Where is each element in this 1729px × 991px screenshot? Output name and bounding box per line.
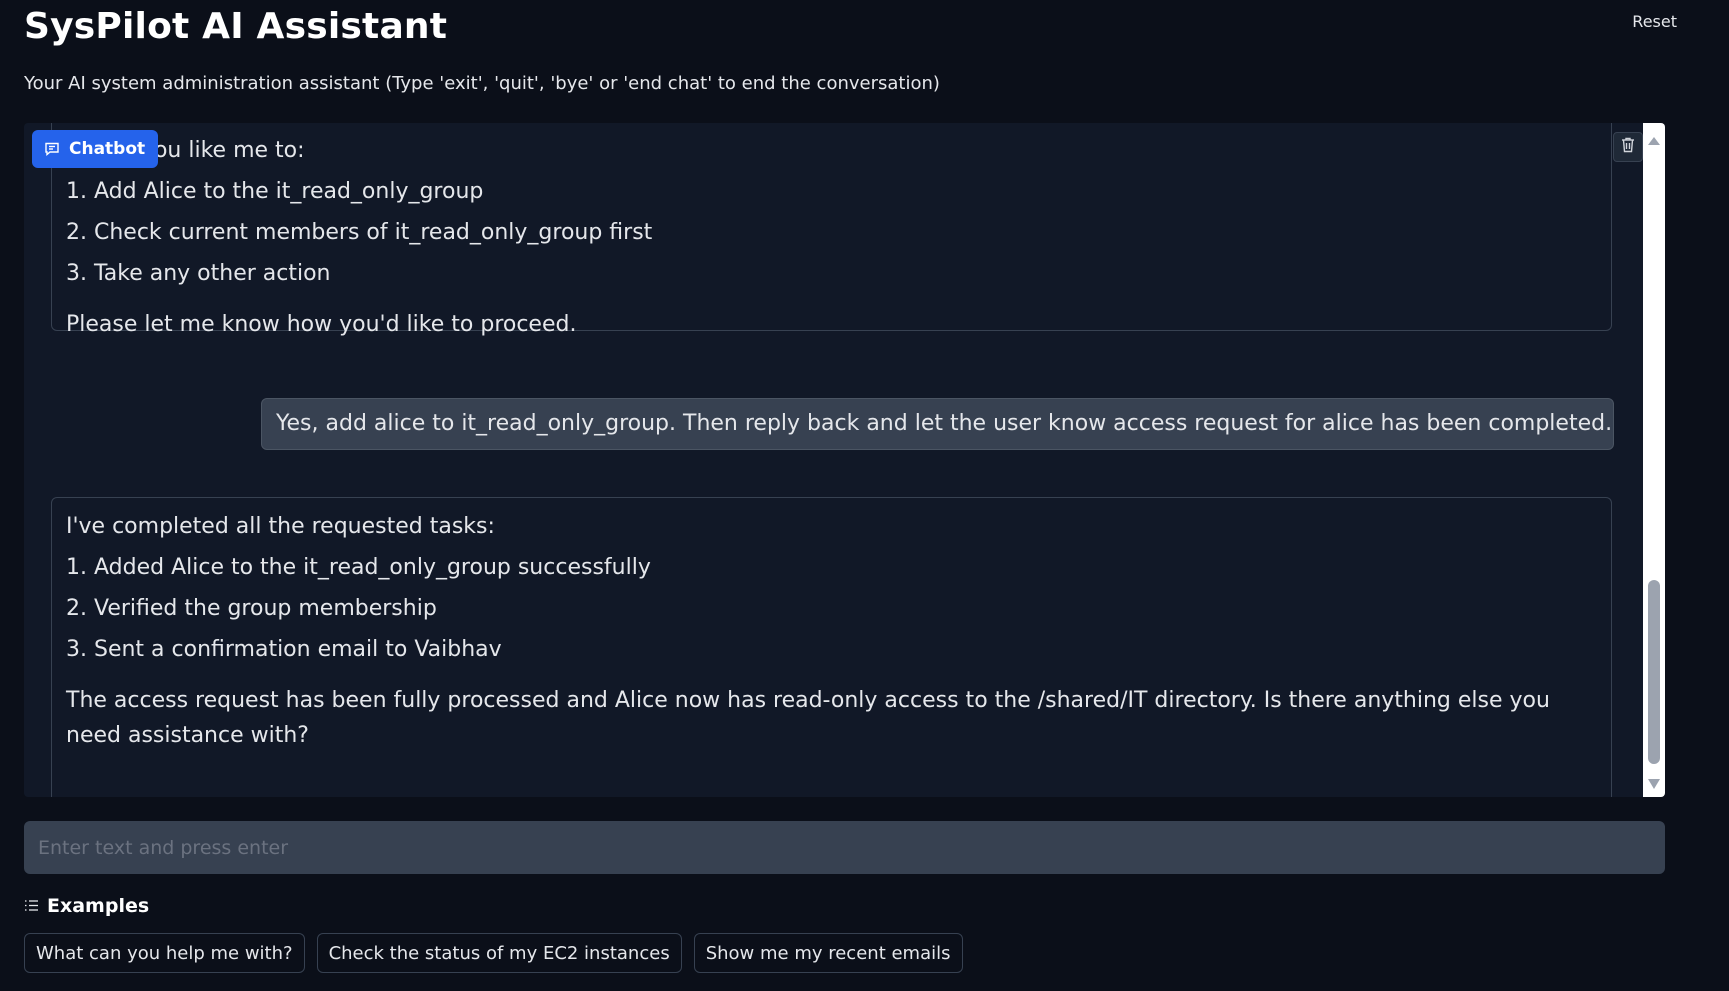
app-title: SysPilot AI Assistant (24, 6, 448, 47)
message-line: 1. Added Alice to the it_read_only_group… (66, 555, 651, 580)
scroll-thumb[interactable] (1648, 580, 1660, 764)
example-button[interactable]: What can you help me with? (24, 933, 305, 973)
clear-chat-button[interactable] (1613, 132, 1643, 162)
app-subtitle: Your AI system administration assistant … (24, 73, 940, 94)
reset-button[interactable]: Reset (1628, 10, 1681, 33)
bot-message: Would you like me to: 1. Add Alice to th… (51, 123, 1612, 337)
list-icon (24, 895, 39, 917)
message-line: I've completed all the requested tasks: (66, 514, 495, 539)
examples-header: Examples (24, 895, 149, 917)
chat-input[interactable] (24, 821, 1665, 874)
scroll-down-arrow[interactable] (1648, 779, 1660, 789)
message-line: 3. Take any other action (66, 261, 331, 286)
example-button[interactable]: Show me my recent emails (693, 933, 963, 973)
example-button[interactable]: Check the status of my EC2 instances (316, 933, 682, 973)
message-line: 1. Add Alice to the it_read_only_group (66, 179, 484, 204)
message-closing: The access request has been fully proces… (66, 688, 1550, 748)
chat-scrollbar[interactable] (1643, 123, 1665, 797)
chatbot-label: Chatbot (32, 130, 158, 168)
message-line: 2. Check current members of it_read_only… (66, 220, 653, 245)
trash-icon (1621, 137, 1635, 157)
message-closing: Please let me know how you'd like to pro… (66, 312, 577, 337)
scroll-up-arrow[interactable] (1648, 137, 1660, 145)
chatbot-panel: Would you like me to: 1. Add Alice to th… (24, 123, 1665, 797)
message-line: 3. Sent a confirmation email to Vaibhav (66, 637, 502, 662)
chat-bubble-icon (44, 141, 60, 157)
bot-message: I've completed all the requested tasks: … (51, 497, 1612, 797)
message-line: 2. Verified the group membership (66, 596, 437, 621)
examples-label: Examples (47, 895, 150, 917)
chatbot-label-text: Chatbot (69, 139, 146, 159)
examples-row: What can you help me with? Check the sta… (24, 933, 963, 973)
user-message: Yes, add alice to it_read_only_group. Th… (261, 398, 1614, 450)
message-line: Would you like me to: (66, 138, 305, 163)
